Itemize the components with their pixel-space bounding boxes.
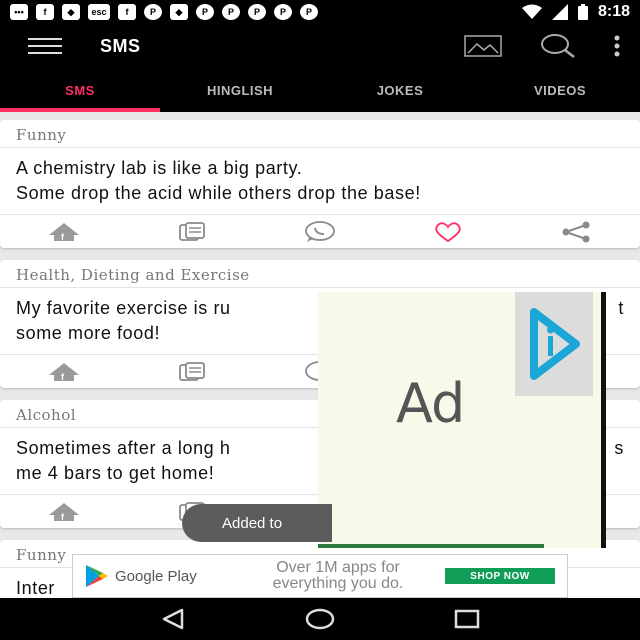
pinterest-icon: P — [222, 4, 240, 20]
facebook-share-icon: f — [49, 502, 79, 522]
facebook-share-button[interactable]: f — [0, 222, 128, 242]
search-icon[interactable] — [540, 33, 576, 59]
clock: 8:18 — [597, 3, 630, 20]
card-category: Health, Dieting and Exercise — [0, 260, 640, 288]
facebook-icon: f — [36, 4, 54, 20]
card-text-fragment: t — [618, 298, 624, 318]
shop-now-button[interactable]: SHOP NOW — [445, 568, 555, 584]
share-button[interactable] — [512, 221, 640, 243]
sms-card: Funny A chemistry lab is like a big part… — [0, 120, 640, 248]
status-bar: ••• f ◆ esc f P ◆ P P P P P 8:18 — [0, 0, 640, 24]
whatsapp-icon — [305, 220, 335, 242]
heart-icon — [435, 221, 461, 242]
card-category: Funny — [0, 120, 640, 148]
banner-tagline: Over 1M apps for everything you do. — [231, 560, 445, 592]
app-bar: SMS — [0, 24, 640, 68]
page-title: SMS — [100, 35, 141, 56]
ad-label: Ad — [396, 372, 465, 435]
favorite-button[interactable] — [384, 221, 512, 242]
card-text-fragment: s — [614, 438, 624, 458]
copy-button[interactable] — [128, 221, 256, 242]
pinterest-icon: P — [248, 4, 266, 20]
tab-hinglish[interactable]: HINGLISH — [160, 68, 320, 112]
card-text: A chemistry lab is like a big party. Som… — [16, 158, 421, 203]
recents-icon[interactable] — [454, 608, 480, 630]
banner-tagline-line: everything you do. — [272, 575, 404, 592]
google-play-logo: Google Play — [73, 563, 231, 589]
copy-icon — [179, 221, 205, 241]
tab-videos[interactable]: VIDEOS — [480, 68, 640, 112]
system-nav-bar — [0, 598, 640, 640]
card-text-line: My favorite exercise is ru — [16, 298, 231, 318]
banner-tagline-line: Over 1M apps for — [276, 559, 400, 576]
image-icon[interactable] — [464, 35, 502, 57]
facebook-share-button[interactable]: f — [0, 362, 128, 382]
esc-icon: esc — [88, 4, 110, 20]
tab-jokes[interactable]: JOKES — [320, 68, 480, 112]
pinterest-icon: P — [300, 4, 318, 20]
pinterest-icon: P — [196, 4, 214, 20]
home-icon[interactable] — [305, 608, 335, 630]
share-icon — [562, 221, 590, 242]
facebook-share-icon: f — [49, 362, 79, 382]
whatsapp-button[interactable] — [256, 220, 384, 243]
google-play-brand: Google Play — [115, 567, 197, 585]
facebook-share-icon: f — [49, 222, 79, 242]
ad-overlay[interactable]: Ad — [318, 292, 606, 548]
play-store-icon — [86, 565, 108, 587]
battery-icon — [577, 4, 588, 20]
facebook-icon: f — [118, 4, 136, 20]
wifi-icon — [521, 4, 542, 19]
tab-bar: SMS HINGLISH JOKES VIDEOS — [0, 68, 640, 112]
google-play-banner-ad[interactable]: Google Play Over 1M apps for everything … — [72, 554, 568, 598]
card-actions: f — [0, 214, 640, 248]
notification-icons: ••• f ◆ esc f P ◆ P P P P P — [10, 4, 318, 20]
menu-icon[interactable] — [28, 38, 62, 54]
ad-badge[interactable] — [515, 292, 593, 396]
message-icon: ••• — [10, 4, 28, 20]
tab-sms[interactable]: SMS — [0, 68, 160, 112]
pinterest-icon: P — [274, 4, 292, 20]
more-options-icon[interactable] — [614, 35, 620, 57]
pinterest-icon: P — [144, 4, 162, 20]
copy-icon — [179, 361, 205, 381]
back-icon[interactable] — [160, 608, 186, 630]
toast-message: Added to — [182, 504, 332, 542]
facebook-share-button[interactable]: f — [0, 502, 128, 522]
ad-choices-icon — [530, 308, 580, 380]
cat-icon: ◆ — [170, 4, 188, 20]
copy-button[interactable] — [128, 361, 256, 382]
ad-stripe — [318, 544, 544, 548]
card-text-line: Sometimes after a long h — [16, 438, 231, 458]
signal-icon — [551, 4, 568, 20]
cat-icon: ◆ — [62, 4, 80, 20]
